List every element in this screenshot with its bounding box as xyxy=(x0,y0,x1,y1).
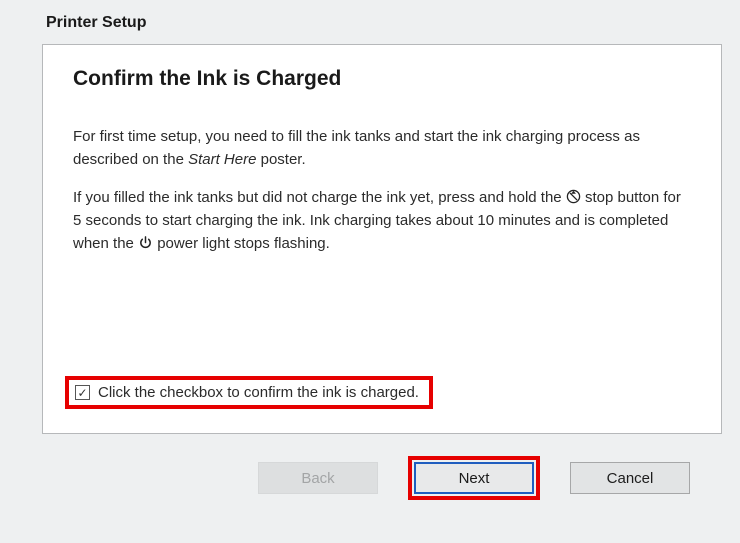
confirm-checkbox-row[interactable]: ✓ Click the checkbox to confirm the ink … xyxy=(65,376,433,409)
stop-icon xyxy=(566,188,581,203)
start-here-reference: Start Here xyxy=(188,151,256,168)
window-title: Printer Setup xyxy=(46,14,718,32)
instruction-paragraph-1: For first time setup, you need to fill t… xyxy=(73,125,687,172)
text-fragment: poster. xyxy=(256,151,305,168)
text-fragment: power light stops flashing. xyxy=(153,235,330,252)
instruction-paragraph-2: If you filled the ink tanks but did not … xyxy=(73,186,687,256)
power-icon xyxy=(138,234,153,249)
instruction-text: For first time setup, you need to fill t… xyxy=(73,125,687,255)
confirm-checkbox[interactable]: ✓ xyxy=(75,385,90,400)
next-button[interactable]: Next xyxy=(414,462,534,494)
button-bar: Back Next Cancel xyxy=(30,456,690,500)
dialog-root: Printer Setup Confirm the Ink is Charged… xyxy=(0,0,740,520)
cancel-button[interactable]: Cancel xyxy=(570,462,690,494)
next-button-highlight: Next xyxy=(408,456,540,500)
back-button: Back xyxy=(258,462,378,494)
text-fragment: If you filled the ink tanks but did not … xyxy=(73,189,566,206)
page-heading: Confirm the Ink is Charged xyxy=(73,67,687,91)
confirm-checkbox-label: Click the checkbox to confirm the ink is… xyxy=(98,384,419,401)
content-panel: Confirm the Ink is Charged For first tim… xyxy=(42,44,722,434)
text-fragment: For first time setup, you need to fill t… xyxy=(73,128,640,168)
